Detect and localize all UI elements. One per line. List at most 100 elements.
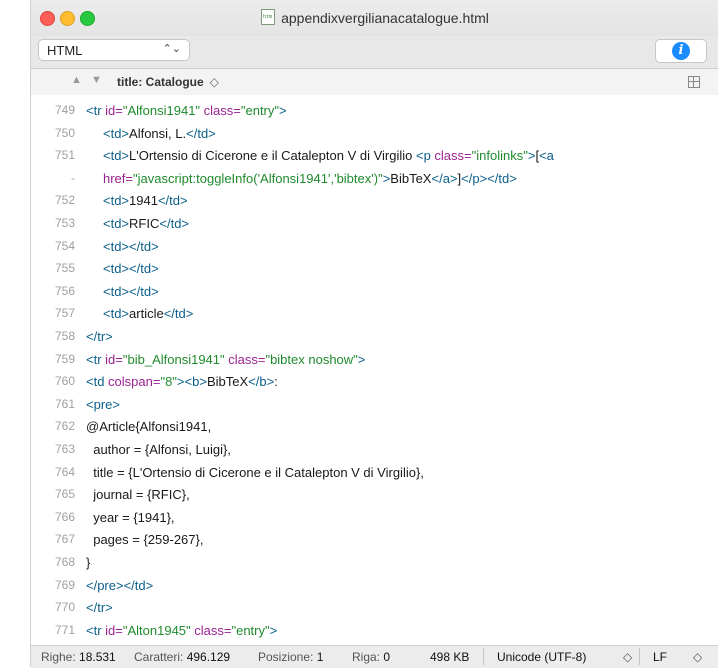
character-count: Caratteri: 496.129 — [134, 650, 231, 664]
code-line: 767 pages = {259-267}, — [31, 528, 718, 551]
status-bar: Righe: 18.531 Caratteri: 496.129 Posizio… — [31, 645, 718, 668]
code-line: 764 title = {L'Ortensio di Cicerone e il… — [31, 461, 718, 484]
code-text: <pre> — [86, 396, 120, 412]
code-text: <tr id="Alton1945" class="entry"> — [86, 622, 278, 638]
code-line: 755 <td></td> — [31, 257, 718, 280]
code-line: 771 <tr id="Alton1945" class="entry"> — [31, 619, 718, 642]
code-text: <td></td> — [103, 261, 159, 277]
code-line: 768} — [31, 551, 718, 574]
code-text: <td>1941</td> — [103, 193, 188, 209]
line-number: 754 — [54, 238, 75, 253]
line-ending-select[interactable]: LF — [653, 650, 667, 664]
line-number: 767 — [54, 532, 75, 547]
line-number: 769 — [54, 577, 75, 592]
code-line: 753 <td>RFIC</td> — [31, 212, 718, 235]
previous-symbol-icon[interactable]: ▲ — [71, 74, 82, 86]
line-number: 768 — [54, 555, 75, 569]
line-number: 758 — [54, 329, 75, 343]
line-number: 753 — [54, 216, 75, 230]
navigation-bar: ▲ ▼ title: Catalogue ◇ — [31, 69, 718, 96]
chevron-updown-icon: ◇ — [693, 650, 703, 664]
line-number: 771 — [54, 622, 75, 637]
window-title: htm appendixvergilianacatalogue.html — [31, 9, 718, 26]
html-file-icon: htm — [261, 9, 276, 25]
code-line: 758 </tr> — [31, 325, 718, 348]
code-text: } — [86, 555, 91, 570]
code-text: title = {L'Ortensio di Cicerone e il Cat… — [86, 464, 424, 480]
line-number: 764 — [54, 464, 75, 479]
line-number: 759 — [54, 351, 75, 366]
line-number: 760 — [54, 374, 75, 389]
code-text: </tr> — [86, 600, 113, 616]
syntax-mode-select[interactable]: HTML ⌃⌄ — [38, 39, 190, 61]
code-line: 770 </tr> — [31, 596, 718, 619]
code-line: 769 </pre></td> — [31, 574, 718, 597]
line-count: Righe: 18.531 — [41, 650, 116, 664]
line-number: - — [71, 170, 75, 185]
file-size: 498 KB — [430, 650, 470, 664]
line-number: 757 — [54, 306, 75, 321]
line-number: 765 — [54, 487, 75, 502]
syntax-mode-value: HTML — [47, 43, 83, 58]
code-text: </tr> — [86, 329, 113, 344]
line-number: 751 — [54, 148, 75, 163]
line-number: 756 — [54, 283, 75, 298]
line-number: 761 — [54, 396, 75, 411]
code-text: journal = {RFIC}, — [86, 487, 190, 503]
cursor-position: Posizione: 1 — [258, 650, 324, 664]
line-number: 752 — [54, 193, 75, 208]
code-line: 761 <pre> — [31, 393, 718, 416]
info-icon: i — [672, 42, 690, 60]
symbol-popup-label: title: Catalogue — [117, 75, 204, 89]
code-line: 762 @Article{Alfonsi1941, — [31, 415, 718, 438]
window-title-text: appendixvergilianacatalogue.html — [281, 10, 489, 26]
code-line: 750 <td>Alfonsi, L.</td> — [31, 122, 718, 145]
line-number: 749 — [54, 103, 75, 117]
line-number: 755 — [54, 261, 75, 276]
line-number: 762 — [54, 419, 75, 434]
code-line: 757 <td>article</td> — [31, 302, 718, 325]
toolbar: HTML ⌃⌄ i — [31, 36, 718, 69]
code-line: 754 <td></td> — [31, 235, 718, 258]
cursor-line: Riga: 0 — [352, 650, 391, 664]
chevron-updown-icon: ◇ — [623, 650, 633, 664]
code-text: <td></td> — [103, 283, 159, 299]
next-symbol-icon[interactable]: ▼ — [91, 74, 102, 86]
symbol-popup[interactable]: title: Catalogue ◇ — [117, 75, 219, 89]
code-text: href="javascript:toggleInfo('Alfonsi1941… — [103, 170, 517, 186]
code-text: <td></td> — [103, 238, 159, 254]
code-text: <td>L'Ortensio di Cicerone e il Catalept… — [103, 148, 554, 164]
line-number: 763 — [54, 442, 75, 456]
split-view-icon[interactable] — [688, 76, 700, 88]
code-text: pages = {259-267}, — [86, 532, 204, 548]
code-text: <tr id="Alfonsi1941" class="entry"> — [86, 103, 287, 118]
code-line: 765 journal = {RFIC}, — [31, 483, 718, 506]
line-number: 766 — [54, 509, 75, 524]
status-divider — [639, 648, 640, 665]
code-text: <td>RFIC</td> — [103, 216, 190, 231]
code-line: 756 <td></td> — [31, 280, 718, 303]
code-text: </pre></td> — [86, 577, 154, 593]
code-line: 766 year = {1941}, — [31, 506, 718, 529]
code-line: 763 author = {Alfonsi, Luigi}, — [31, 438, 718, 461]
code-line: 749 <tr id="Alfonsi1941" class="entry"> — [31, 99, 718, 122]
chevron-updown-icon: ◇ — [209, 75, 219, 89]
title-bar: htm appendixvergilianacatalogue.html — [31, 0, 718, 36]
code-line: - href="javascript:toggleInfo('Alfonsi194… — [31, 167, 718, 190]
info-button[interactable]: i — [655, 39, 707, 63]
chevron-updown-icon: ⌃⌄ — [162, 43, 181, 55]
code-text: <td>article</td> — [103, 306, 194, 322]
line-number: 750 — [54, 125, 75, 140]
encoding-select[interactable]: Unicode (UTF-8) — [497, 650, 586, 664]
code-line: 760 <td colspan="8"><b>BibTeX</b>: — [31, 370, 718, 393]
line-number: 770 — [54, 600, 75, 615]
code-text: <td>Alfonsi, L.</td> — [103, 125, 216, 141]
code-text: author = {Alfonsi, Luigi}, — [86, 442, 231, 457]
code-text: <tr id="bib_Alfonsi1941" class="bibtex n… — [86, 351, 366, 367]
editor-window: htm appendixvergilianacatalogue.html HTML… — [30, 0, 718, 668]
status-divider — [483, 648, 484, 665]
code-editor[interactable]: 749 <tr id="Alfonsi1941" class="entry"> 75… — [31, 95, 718, 645]
code-text: @Article{Alfonsi1941, — [86, 419, 212, 435]
code-line: 751 <td>L'Ortensio di Cicerone e il Catal… — [31, 144, 718, 167]
code-text: <td colspan="8"><b>BibTeX</b>: — [86, 374, 278, 390]
